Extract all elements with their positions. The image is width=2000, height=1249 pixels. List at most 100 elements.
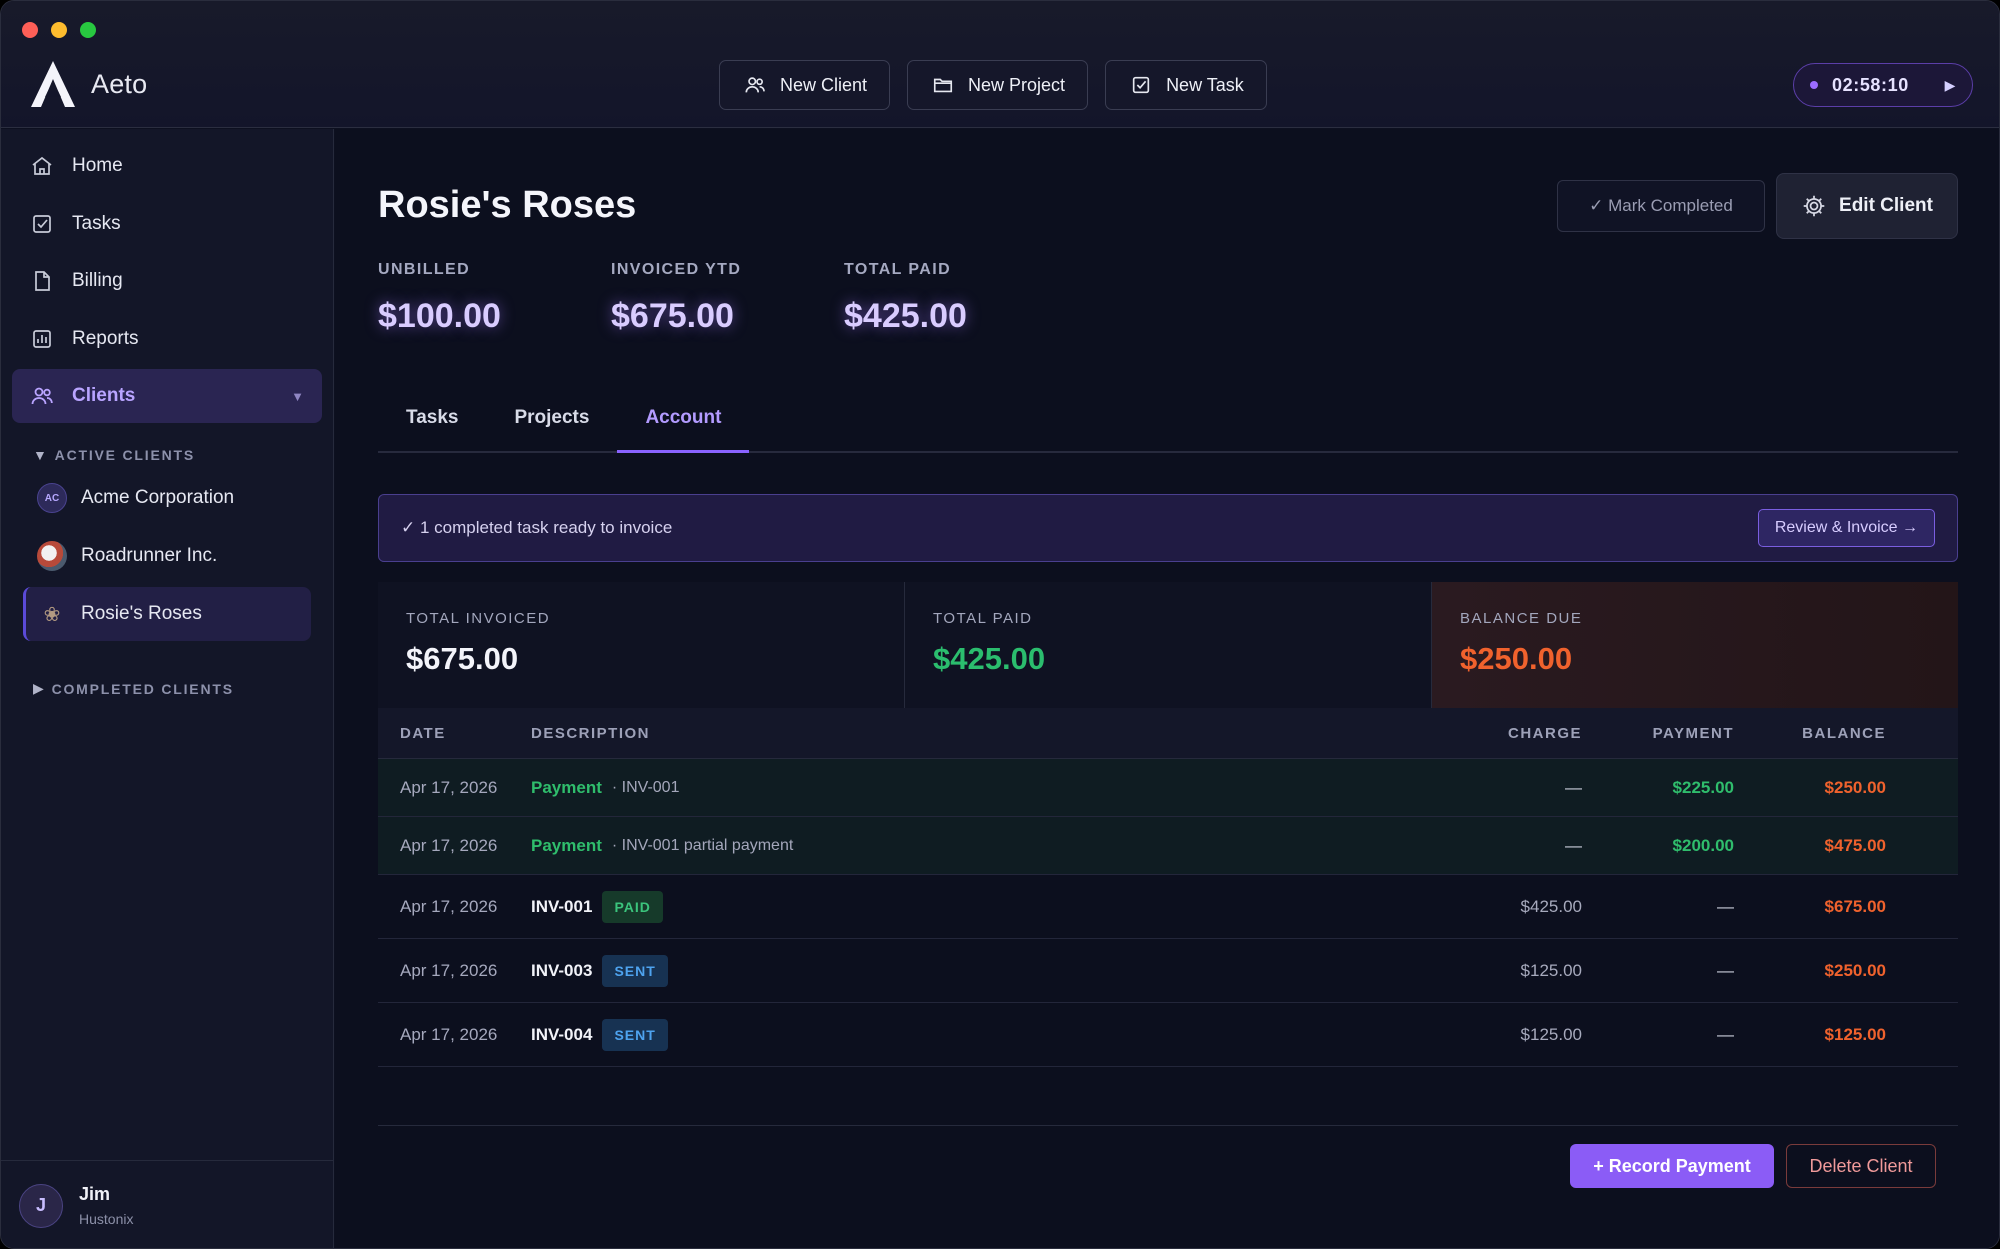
completed-clients-label: COMPLETED CLIENTS (51, 680, 234, 697)
row-date: Apr 17, 2026 (400, 960, 498, 980)
folder-icon (933, 78, 953, 93)
client-stats: UNBILLED $100.00 INVOICED YTD $675.00 TO… (378, 261, 1077, 336)
new-project-button[interactable]: New Project (907, 60, 1089, 110)
sidebar-item-home[interactable]: Home (12, 139, 322, 193)
tab-account[interactable]: Account (617, 403, 750, 453)
checkbox-icon (33, 214, 51, 233)
record-payment-button[interactable]: + Record Payment (1570, 1144, 1774, 1188)
mark-completed-button[interactable]: ✓ Mark Completed (1557, 180, 1765, 232)
app-name: Aeto (91, 68, 148, 99)
row-balance: $250.00 (1824, 777, 1886, 797)
triangle-down-icon: ▼ (33, 447, 49, 463)
row-charge: — (1565, 835, 1582, 855)
roadrunner-logo-icon (37, 541, 67, 571)
row-date: Apr 17, 2026 (400, 896, 498, 916)
row-payment: $225.00 (1672, 777, 1734, 797)
row-charge: — (1565, 777, 1582, 797)
client-item-acme[interactable]: AC Acme Corporation (23, 471, 311, 525)
close-window-button[interactable] (22, 22, 38, 38)
stat-total-paid: TOTAL PAID $425.00 (844, 261, 1077, 336)
summary-total-invoiced: TOTAL INVOICED $675.00 (378, 582, 905, 708)
invoice-link[interactable]: INV-004 (531, 1025, 592, 1045)
sidebar-item-clients[interactable]: Clients ▼ (12, 369, 322, 423)
row-balance: $250.00 (1824, 960, 1886, 980)
table-row[interactable]: Apr 17, 2026 Payment · INV-001 — $225.00… (378, 759, 1958, 817)
account-summary: TOTAL INVOICED $675.00 TOTAL PAID $425.0… (378, 582, 1958, 708)
play-icon[interactable]: ▶ (1945, 77, 1956, 94)
checkbox-icon (1132, 76, 1150, 94)
recording-dot-icon (1810, 81, 1818, 89)
row-payment: — (1717, 896, 1734, 916)
summary-label: TOTAL PAID (933, 610, 1033, 627)
tab-projects[interactable]: Projects (486, 403, 617, 453)
column-header-payment[interactable]: PAYMENT (1582, 725, 1734, 742)
stat-label: UNBILLED (378, 261, 471, 278)
stat-unbilled: UNBILLED $100.00 (378, 261, 611, 336)
invoice-link[interactable]: INV-003 (531, 961, 592, 981)
invoice-link[interactable]: INV-001 (531, 897, 592, 917)
triangle-right-icon: ▶ (33, 680, 46, 696)
time-tracker[interactable]: 02:58:10 ▶ (1793, 63, 1973, 107)
new-task-button[interactable]: New Task (1105, 60, 1267, 110)
edit-client-label: Edit Client (1839, 195, 1933, 216)
sidebar-item-tasks[interactable]: Tasks (12, 197, 322, 251)
new-task-label: New Task (1166, 74, 1244, 95)
sidebar-item-label: Tasks (72, 212, 121, 234)
sidebar-item-label: Clients (72, 385, 136, 406)
delete-client-button[interactable]: Delete Client (1786, 1144, 1936, 1188)
gear-icon (1803, 195, 1825, 217)
row-date: Apr 17, 2026 (400, 1024, 498, 1044)
client-avatar: AC (37, 483, 67, 513)
column-header-charge[interactable]: CHARGE (1462, 725, 1582, 742)
row-balance: $675.00 (1824, 896, 1886, 916)
zoom-window-button[interactable] (80, 22, 96, 38)
stat-value: $425.00 (844, 297, 967, 335)
user-name: Jim (79, 1184, 111, 1204)
client-item-roadrunner[interactable]: Roadrunner Inc. (23, 529, 311, 583)
payment-note: · INV-001 partial payment (611, 836, 794, 854)
summary-value: $675.00 (406, 641, 519, 676)
sidebar-item-label: Home (72, 155, 123, 176)
new-project-label: New Project (968, 74, 1066, 95)
status-badge: PAID (602, 890, 663, 923)
users-icon (745, 77, 765, 93)
table-row[interactable]: Apr 17, 2026 Payment · INV-001 partial p… (378, 817, 1958, 875)
completed-clients-header[interactable]: ▶ COMPLETED CLIENTS (33, 680, 234, 697)
row-charge: $125.00 (1520, 960, 1582, 980)
avatar: J (19, 1183, 63, 1228)
sidebar: Home Tasks Billing Reports Clients ▼ ▼ A… (1, 129, 334, 1248)
new-client-button[interactable]: New Client (719, 60, 891, 110)
sidebar-item-billing[interactable]: Billing (12, 254, 322, 308)
divider (378, 1125, 1958, 1126)
active-clients-list: AC Acme Corporation Roadrunner Inc. ❀ Ro… (23, 471, 311, 645)
table-row[interactable]: Apr 17, 2026 INV-004 SENT $125.00 — $125… (378, 1003, 1958, 1067)
column-header-date[interactable]: DATE (378, 725, 531, 742)
stat-value: $675.00 (611, 297, 734, 335)
tab-tasks[interactable]: Tasks (378, 403, 486, 453)
client-name: Acme Corporation (81, 487, 235, 508)
quick-actions: New Client New Project New Task (719, 60, 1267, 110)
summary-label: BALANCE DUE (1460, 610, 1583, 627)
review-invoice-button[interactable]: Review & Invoice → (1757, 509, 1935, 547)
sidebar-item-reports[interactable]: Reports (12, 312, 322, 366)
active-clients-header[interactable]: ▼ ACTIVE CLIENTS (33, 447, 195, 463)
banner-text: ✓ 1 completed task ready to invoice (401, 518, 673, 537)
invoice-ready-banner: ✓ 1 completed task ready to invoice Revi… (378, 494, 1958, 562)
summary-total-paid: TOTAL PAID $425.00 (905, 582, 1432, 708)
table-row[interactable]: Apr 17, 2026 INV-003 SENT $125.00 — $250… (378, 939, 1958, 1003)
chevron-down-icon[interactable]: ▼ (291, 389, 304, 404)
edit-client-button[interactable]: Edit Client (1776, 173, 1958, 239)
window-controls (22, 22, 96, 38)
user-organization: Hustonix (79, 1211, 134, 1227)
user-profile[interactable]: J Jim Hustonix (1, 1160, 333, 1248)
stat-invoiced-ytd: INVOICED YTD $675.00 (611, 261, 844, 336)
row-payment: — (1717, 960, 1734, 980)
row-charge: $125.00 (1520, 1024, 1582, 1044)
status-badge: SENT (602, 954, 668, 987)
column-header-description[interactable]: DESCRIPTION (531, 725, 1462, 742)
client-item-rosies-roses[interactable]: ❀ Rosie's Roses (23, 587, 311, 641)
column-header-balance[interactable]: BALANCE (1734, 725, 1886, 742)
active-clients-label: ACTIVE CLIENTS (54, 447, 195, 463)
minimize-window-button[interactable] (51, 22, 67, 38)
table-row[interactable]: Apr 17, 2026 INV-001 PAID $425.00 — $675… (378, 875, 1958, 939)
